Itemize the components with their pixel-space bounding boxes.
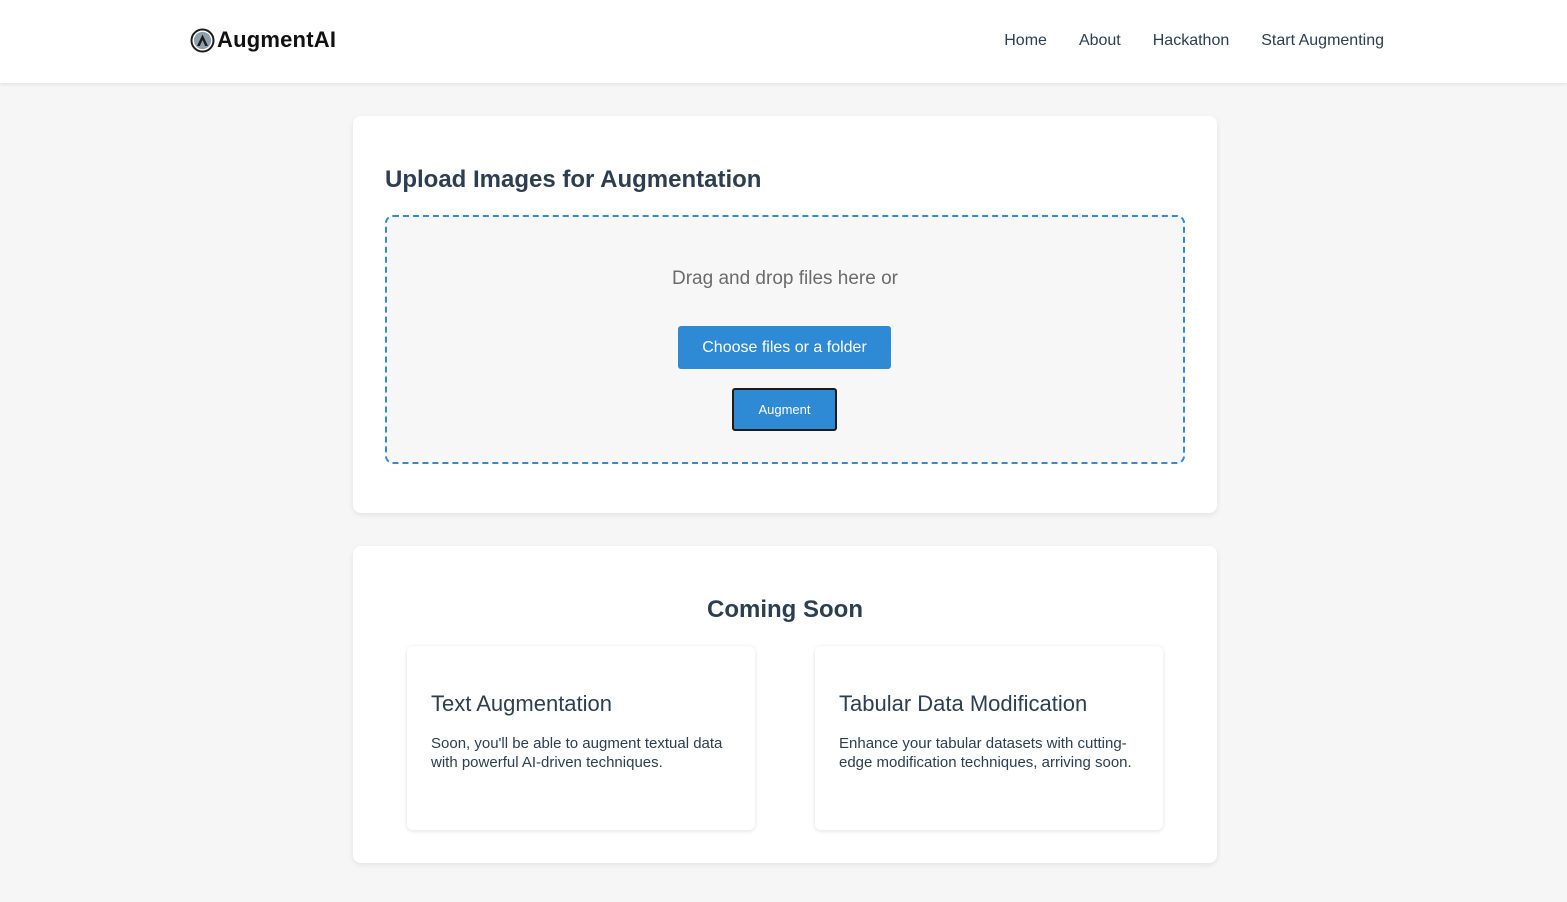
feature-title: Text Augmentation [431, 691, 613, 716]
nav-item-about[interactable]: About [1079, 30, 1121, 52]
brand-name: AugmentAI [217, 27, 337, 52]
upload-title: Upload Images for Augmentation [385, 166, 762, 193]
coming-soon-card: Coming Soon Text Augmentation Soon, you'… [353, 546, 1217, 863]
brand-logo-link[interactable]: AugmentAI [190, 26, 336, 54]
file-dropzone[interactable]: Drag and drop files here or Choose files… [385, 215, 1185, 464]
nav-item-hackathon[interactable]: Hackathon [1153, 30, 1230, 52]
nav-item-start-augmenting[interactable]: Start Augmenting [1261, 30, 1384, 52]
choose-files-button[interactable]: Choose files or a folder [678, 326, 891, 369]
main-nav: Home About Hackathon Start Augmenting [1004, 30, 1384, 52]
nav-item-home[interactable]: Home [1004, 30, 1047, 52]
feature-description: Enhance your tabular datasets with cutti… [839, 735, 1132, 771]
site-header: AugmentAI Home About Hackathon Start Aug… [0, 0, 1567, 83]
upload-card: Upload Images for Augmentation Drag and … [353, 116, 1217, 513]
feature-card-tabular-data: Tabular Data Modification Enhance your t… [815, 646, 1163, 830]
augment-button[interactable]: Augment [732, 388, 837, 431]
coming-soon-title: Coming Soon [707, 596, 863, 623]
augmentai-logo-icon [190, 28, 215, 53]
dropzone-text: Drag and drop files here or [671, 268, 898, 289]
feature-title: Tabular Data Modification [839, 691, 1088, 716]
feature-card-text-augmentation: Text Augmentation Soon, you'll be able t… [407, 646, 755, 830]
feature-description: Soon, you'll be able to augment textual … [431, 735, 723, 771]
